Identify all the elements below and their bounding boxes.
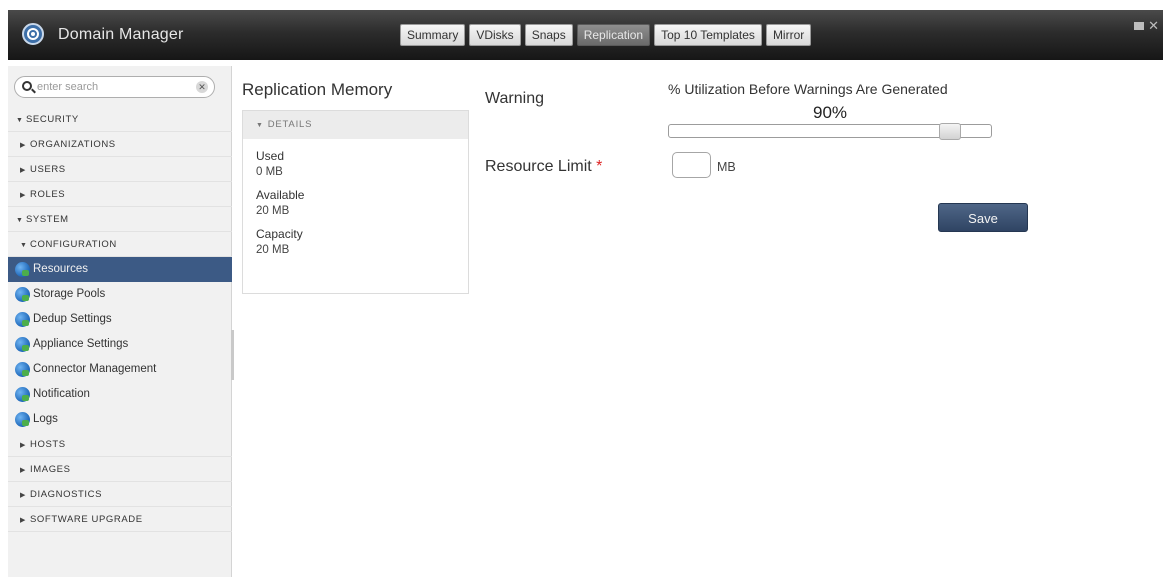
- stat-label: Used: [256, 149, 285, 163]
- caret-down-icon: ▼: [256, 122, 264, 129]
- globe-icon: [15, 312, 30, 327]
- app-logo-icon: [22, 23, 44, 45]
- title-bar: Domain Manager Summary VDisks Snaps Repl…: [8, 10, 1163, 60]
- resource-limit-label: Resource Limit *: [485, 158, 603, 175]
- tab-replication[interactable]: Replication: [576, 24, 651, 46]
- globe-icon: [15, 362, 30, 377]
- search-icon: [22, 81, 32, 91]
- nav-group-roles[interactable]: ▶ ROLES: [8, 182, 232, 207]
- globe-icon: [15, 412, 30, 427]
- nav-group-hosts[interactable]: ▶ HOSTS: [8, 432, 232, 457]
- caret-down-icon: ▼: [20, 242, 28, 249]
- globe-icon: [15, 387, 30, 402]
- minimize-icon[interactable]: [1134, 22, 1145, 30]
- tab-top-10-templates[interactable]: Top 10 Templates: [654, 24, 762, 46]
- sidebar-item-connector-management[interactable]: Connector Management: [8, 357, 232, 382]
- sidebar-item-resources[interactable]: Resources: [8, 257, 232, 282]
- close-icon[interactable]: ✕: [1148, 18, 1159, 34]
- tab-vdisks[interactable]: VDisks: [469, 24, 521, 46]
- caret-right-icon: ▶: [20, 442, 26, 449]
- slider-thumb[interactable]: [939, 123, 961, 140]
- resource-limit-input[interactable]: [672, 152, 711, 178]
- section-title: Replication Memory: [242, 80, 393, 99]
- stat-capacity: Capacity 20 MB: [243, 227, 468, 256]
- nav-group-software-upgrade[interactable]: ▶ SOFTWARE UPGRADE: [8, 507, 232, 532]
- nav-group-security[interactable]: ▼ SECURITY: [8, 107, 232, 132]
- sidebar-nav: ▼ SECURITY ▶ ORGANIZATIONS ▶ USERS ▶ ROLES ▼…: [8, 107, 232, 532]
- stat-label: Capacity: [256, 227, 303, 241]
- stat-value: 0 MB: [256, 166, 283, 178]
- nav-group-diagnostics[interactable]: ▶ DIAGNOSTICS: [8, 482, 232, 507]
- utilization-slider[interactable]: [668, 123, 992, 140]
- required-marker: *: [596, 158, 603, 175]
- caret-right-icon: ▶: [20, 142, 26, 149]
- tab-snaps[interactable]: Snaps: [524, 24, 573, 46]
- sidebar: ✕ ▼SECURITY ▶ORGANIZATIONS ▶USERS ▶ROLES…: [8, 66, 234, 577]
- nav-group-organizations[interactable]: ▶ ORGANIZATIONS: [8, 132, 232, 157]
- nav-group-images[interactable]: ▶ IMAGES: [8, 457, 232, 482]
- stat-label: Available: [256, 188, 305, 202]
- resource-limit-unit: MB: [717, 160, 736, 174]
- stat-available: Available 20 MB: [243, 188, 468, 217]
- caret-right-icon: ▶: [20, 192, 26, 199]
- stat-value: 20 MB: [256, 244, 290, 256]
- globe-icon: [15, 287, 30, 302]
- caret-right-icon: ▶: [20, 492, 26, 499]
- tab-bar: Summary VDisks Snaps Replication Top 10 …: [400, 24, 815, 46]
- sidebar-item-logs[interactable]: Logs: [8, 407, 232, 432]
- caret-right-icon: ▶: [20, 517, 26, 524]
- window-controls: ✕: [1134, 18, 1159, 34]
- utilization-label: % Utilization Before Warnings Are Genera…: [668, 81, 948, 97]
- warning-label: Warning: [485, 90, 544, 107]
- details-panel: ▼ DETAILS Used 0 MB Available 20 MB Capac…: [242, 110, 469, 294]
- search-box: ✕: [14, 76, 215, 98]
- globe-icon: [15, 337, 30, 352]
- nav-group-configuration[interactable]: ▼ CONFIGURATION: [8, 232, 232, 257]
- sidebar-item-appliance-settings[interactable]: Appliance Settings: [8, 332, 232, 357]
- sidebar-item-storage-pools[interactable]: Storage Pools: [8, 282, 232, 307]
- caret-right-icon: ▶: [20, 467, 26, 474]
- save-button[interactable]: Save: [938, 203, 1028, 232]
- caret-right-icon: ▶: [20, 167, 26, 174]
- nav-group-users[interactable]: ▶ USERS: [8, 157, 232, 182]
- utilization-value: 90%: [812, 103, 848, 122]
- clear-search-icon[interactable]: ✕: [196, 81, 208, 93]
- app-title: Domain Manager: [58, 26, 184, 43]
- tab-mirror[interactable]: Mirror: [765, 24, 812, 46]
- caret-down-icon: ▼: [16, 117, 24, 124]
- stat-value: 20 MB: [256, 205, 290, 217]
- sidebar-resize-handle[interactable]: [231, 330, 234, 380]
- details-toggle[interactable]: ▼ DETAILS: [243, 111, 468, 139]
- sidebar-item-dedup-settings[interactable]: Dedup Settings: [8, 307, 232, 332]
- stat-used: Used 0 MB: [243, 149, 468, 178]
- globe-icon: [15, 262, 30, 277]
- caret-down-icon: ▼: [16, 217, 24, 224]
- nav-group-system[interactable]: ▼ SYSTEM: [8, 207, 232, 232]
- tab-summary[interactable]: Summary: [400, 24, 466, 46]
- domain-manager-window: Domain Manager Summary VDisks Snaps Repl…: [0, 0, 1163, 577]
- sidebar-item-notification[interactable]: Notification: [8, 382, 232, 407]
- search-input[interactable]: [37, 79, 187, 95]
